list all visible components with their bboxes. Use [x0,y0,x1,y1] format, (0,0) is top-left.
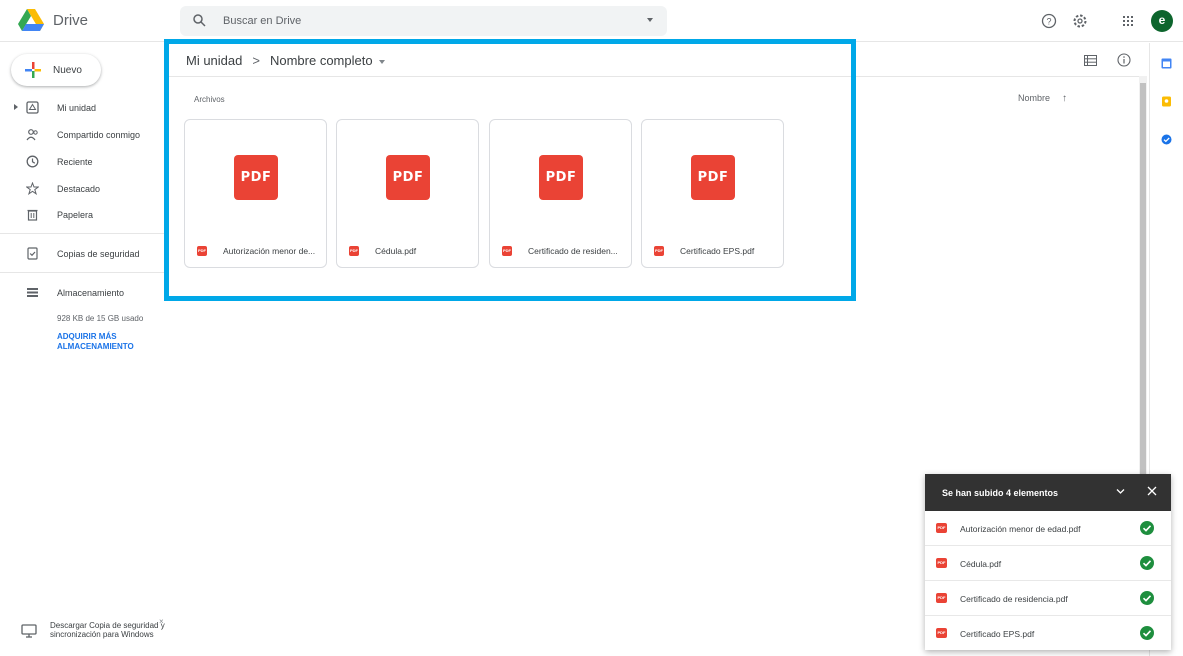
sidebar-item-label: Reciente [57,157,93,167]
plus-icon [25,62,41,78]
uploaded-file-name[interactable]: Certificado EPS.pdf [960,629,1034,639]
search-options-chevron-icon[interactable] [647,18,653,22]
download-promo-text[interactable]: Descargar Copia de seguridad y sincroniz… [50,621,172,639]
pdf-file-icon: PDF [936,558,947,568]
shared-icon [26,129,38,141]
keep-icon[interactable] [1161,96,1172,107]
account-avatar[interactable]: e [1151,10,1173,32]
search-bar[interactable]: Buscar en Drive [180,6,667,36]
sidebar-item-starred[interactable]: Destacado [0,178,163,200]
toast-list-item[interactable]: PDF Certificado EPS.pdf [925,616,1171,651]
sidebar-item-label: Copias de seguridad [57,249,140,259]
check-circle-icon [1140,626,1154,640]
sidebar-item-storage[interactable]: Almacenamiento [0,282,163,304]
arrow-up-icon[interactable]: ↑ [1062,93,1067,104]
download-backup-promo[interactable]: Descargar Copia de seguridad y sincroniz… [14,617,174,656]
sidebar-divider [0,272,167,273]
sidebar-item-trash[interactable]: Papelera [0,204,163,226]
toast-header: Se han subido 4 elementos [925,474,1171,511]
clock-icon [26,155,39,168]
calendar-icon[interactable] [1161,58,1172,69]
computer-icon [21,624,37,638]
expand-arrow-icon[interactable] [14,104,18,110]
sort-control[interactable]: Nombre ↑ [1018,93,1067,104]
chevron-down-icon[interactable] [1115,486,1126,497]
uploaded-file-name[interactable]: Cédula.pdf [960,559,1001,569]
sort-label[interactable]: Nombre [1018,93,1050,103]
tasks-icon[interactable] [1161,134,1172,145]
sidebar-item-label: Papelera [57,210,94,220]
check-circle-icon [1140,521,1154,535]
info-icon[interactable] [1117,53,1131,67]
sidebar-item-backups[interactable]: Copias de seguridad [0,243,163,265]
close-icon[interactable] [1146,485,1158,497]
uploaded-file-name[interactable]: Certificado de residencia.pdf [960,594,1068,604]
storage-usage: 928 KB de 15 GB usado [57,314,144,323]
upload-complete-toast: Se han subido 4 elementos PDF Autorizaci… [925,474,1171,650]
sidebar-item-recent[interactable]: Reciente [0,151,163,173]
settings-gear-icon[interactable] [1072,13,1088,29]
annotation-highlight-box [164,39,856,301]
check-circle-icon [1140,591,1154,605]
buy-storage-link[interactable]: ADQUIRIR MÁS ALMACENAMIENTO [57,332,157,352]
backup-icon [27,247,38,260]
pdf-file-icon: PDF [936,593,947,603]
app-name[interactable]: Drive [53,12,88,29]
check-circle-icon [1140,556,1154,570]
drive-logo-icon[interactable] [18,9,44,31]
sidebar-item-label: Mi unidad [57,103,97,113]
list-view-icon[interactable] [1084,55,1097,66]
sidebar-item-label: Almacenamiento [57,288,125,298]
top-bar: Drive Buscar en Drive ? e [0,0,1183,42]
new-button[interactable]: Nuevo [11,54,101,86]
svg-text:?: ? [1046,17,1051,27]
search-input[interactable]: Buscar en Drive [223,15,301,27]
sidebar-item-label: Compartido conmigo [57,130,141,140]
pdf-file-icon: PDF [936,523,947,533]
sidebar-divider [0,233,167,234]
close-icon[interactable]: × [159,617,164,626]
pdf-file-icon: PDF [936,628,947,638]
uploaded-file-name[interactable]: Autorización menor de edad.pdf [960,524,1081,534]
my-drive-icon [26,101,39,114]
toast-list-item[interactable]: PDF Cédula.pdf [925,546,1171,581]
toast-title: Se han subido 4 elementos [942,488,1059,498]
star-icon [26,182,39,195]
sidebar-item-label: Destacado [57,184,101,194]
trash-icon [27,209,38,221]
toast-list-item[interactable]: PDF Autorización menor de edad.pdf [925,511,1171,546]
sidebar-item-shared[interactable]: Compartido conmigo [0,124,163,146]
sidebar-item-my-drive[interactable]: Mi unidad [0,97,163,119]
new-button-label: Nuevo [53,65,82,76]
storage-icon [27,288,38,297]
search-icon[interactable] [193,14,206,27]
toast-list-item[interactable]: PDF Certificado de residencia.pdf [925,581,1171,616]
help-icon[interactable]: ? [1041,13,1057,29]
apps-grid-icon[interactable] [1120,13,1136,29]
